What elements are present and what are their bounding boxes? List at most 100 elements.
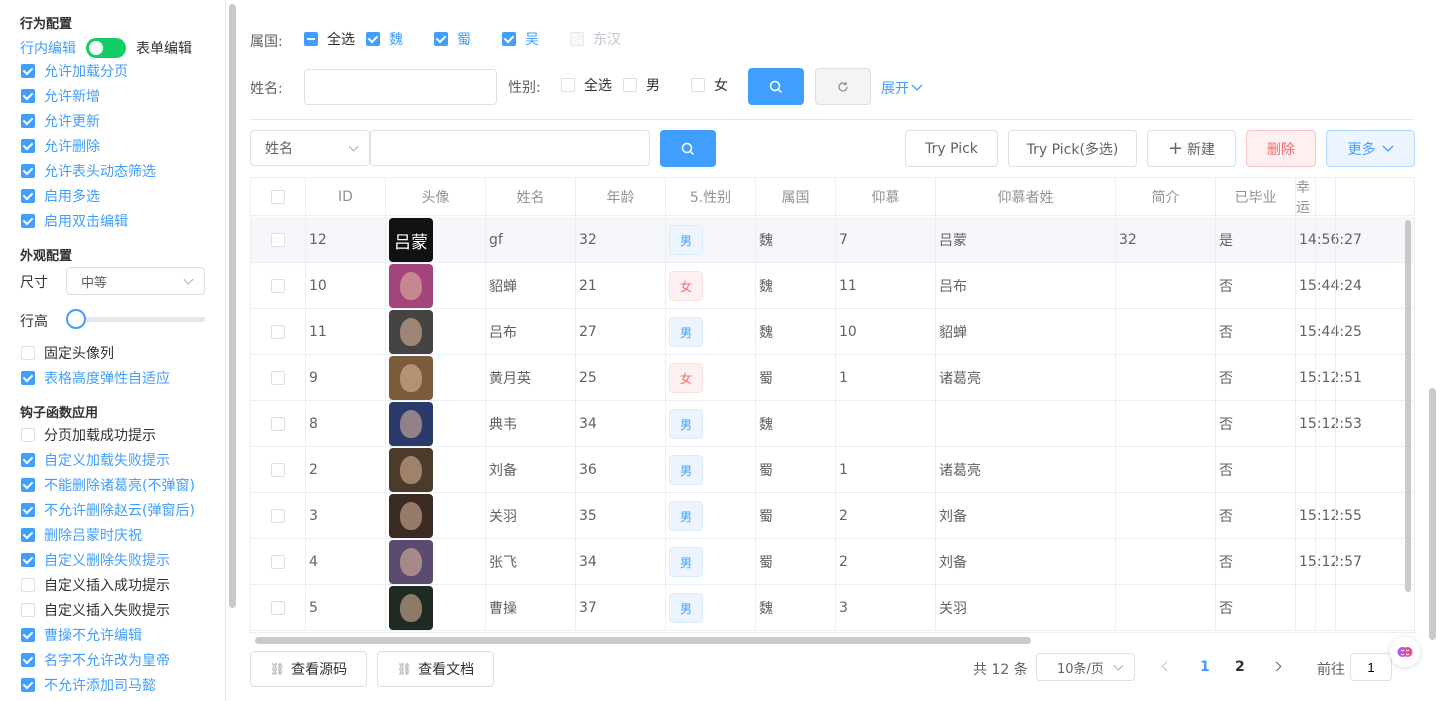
edit-mode-switch[interactable]	[86, 38, 126, 58]
column-header[interactable]: 属国	[756, 178, 836, 216]
behavior-option-checkbox[interactable]: 允许更新	[21, 112, 100, 130]
table-cell: 男	[666, 447, 756, 493]
hook-option-checkbox[interactable]: 自定义加载失败提示	[21, 451, 170, 469]
table-horizontal-scrollbar[interactable]	[255, 637, 1031, 644]
more-dropdown-button[interactable]: 更多	[1326, 130, 1415, 167]
page-scrollbar[interactable]	[1429, 388, 1436, 640]
try-pick-button[interactable]: Try Pick	[905, 130, 998, 167]
appearance-option-checkbox[interactable]: 表格高度弹性自适应	[21, 369, 170, 387]
behavior-option-checkbox[interactable]: 启用多选	[21, 187, 100, 205]
gender-option[interactable]: 男	[623, 76, 660, 94]
kingdom-option[interactable]: 全选	[304, 30, 355, 48]
kingdom-option[interactable]: 吴	[502, 30, 539, 48]
sidebar-scrollbar[interactable]	[229, 4, 236, 608]
row-select-cell[interactable]	[251, 401, 306, 447]
gender-tag: 男	[669, 501, 703, 531]
row-select-cell[interactable]	[251, 585, 306, 631]
column-header[interactable]: 仰慕者姓	[936, 178, 1116, 216]
hook-option-checkbox[interactable]: 自定义插入成功提示	[21, 576, 170, 594]
behavior-option-checkbox[interactable]: 允许表头动态筛选	[21, 162, 156, 180]
row-height-slider-track[interactable]	[72, 317, 205, 322]
column-header[interactable]: 简介	[1116, 178, 1216, 216]
column-header[interactable]: 幸运	[1296, 178, 1316, 216]
column-header[interactable]: 5.性别	[666, 178, 756, 216]
behavior-option-checkbox[interactable]: 允许加载分页	[21, 62, 128, 80]
cell-kingdom: 魏	[756, 217, 836, 263]
table-row[interactable]: 2 刘备 36 男 蜀 1 诸葛亮 否	[251, 447, 1414, 493]
cell-id: 11	[306, 309, 386, 355]
gender-option[interactable]: 女	[691, 76, 728, 94]
filter-reset-button[interactable]	[815, 68, 871, 105]
prev-page-button[interactable]	[1161, 661, 1172, 672]
column-header[interactable]: 姓名	[486, 178, 576, 216]
search-field-value: 姓名	[265, 141, 293, 157]
assistant-float-button[interactable]	[1390, 637, 1420, 667]
row-select-cell[interactable]	[251, 355, 306, 401]
next-page-button[interactable]	[1271, 661, 1282, 672]
row-select-cell[interactable]	[251, 539, 306, 585]
page-2-button[interactable]: 2	[1235, 659, 1245, 675]
hook-option-checkbox[interactable]: 不允许删除赵云(弹窗后)	[21, 501, 195, 519]
table-row[interactable]: 11 吕布 27 男 魏 10 貂蝉 否 15:44:25	[251, 309, 1414, 355]
delete-button[interactable]: 删除	[1246, 130, 1316, 167]
column-header[interactable]: ID	[306, 178, 386, 216]
gender-option[interactable]: 全选	[561, 76, 612, 94]
view-docs-button[interactable]: ⛓ 查看文档	[377, 651, 494, 687]
column-header[interactable]: 仰慕	[836, 178, 936, 216]
size-select[interactable]: 中等	[66, 267, 205, 295]
hook-option-checkbox[interactable]: 不能删除诸葛亮(不弹窗)	[21, 476, 195, 494]
behavior-option-checkbox[interactable]: 允许新增	[21, 87, 100, 105]
select-all-header[interactable]	[251, 178, 306, 216]
filter-search-button[interactable]	[748, 68, 804, 105]
behavior-option-checkbox[interactable]: 允许删除	[21, 137, 100, 155]
cell-kingdom: 魏	[756, 263, 836, 309]
hook-option-checkbox[interactable]: 不允许添加司马懿	[21, 676, 156, 694]
hook-option-checkbox[interactable]: 曹操不允许编辑	[21, 626, 142, 644]
row-select-cell[interactable]	[251, 217, 306, 263]
cell-admirer: 诸葛亮	[936, 447, 1116, 493]
hook-option-checkbox[interactable]: 自定义插入失败提示	[21, 601, 170, 619]
table-row[interactable]: 10 貂蝉 21 女 魏 11 吕布 否 15:44:24	[251, 263, 1414, 309]
cell-graduated: 否	[1216, 493, 1296, 539]
row-select-cell[interactable]	[251, 493, 306, 539]
row-select-cell[interactable]	[251, 447, 306, 493]
appearance-option-checkbox[interactable]: 固定头像列	[21, 344, 114, 362]
hook-option-checkbox[interactable]: 自定义删除失败提示	[21, 551, 170, 569]
cell-intro	[1116, 585, 1216, 631]
table-vertical-scrollbar[interactable]	[1405, 220, 1411, 592]
row-height-slider-handle[interactable]	[66, 309, 86, 329]
toolbar-search-button[interactable]	[660, 130, 716, 167]
name-filter-input[interactable]	[304, 69, 497, 105]
table-row[interactable]: 8 典韦 34 男 魏 否 15:12:53	[251, 401, 1414, 447]
page-size-select[interactable]: 10条/页	[1036, 653, 1135, 681]
column-header[interactable]: 已毕业	[1216, 178, 1296, 216]
column-header[interactable]: 年龄	[576, 178, 666, 216]
new-button[interactable]: + 新建	[1147, 130, 1236, 167]
row-select-cell[interactable]	[251, 263, 306, 309]
table-row[interactable]: 12 吕蒙 gf 32 男魏 7 吕蒙 32 是 14:56:27	[251, 217, 1414, 263]
try-pick-multi-button[interactable]: Try Pick(多选)	[1008, 130, 1137, 167]
table-cell: 男	[666, 401, 756, 447]
behavior-option-checkbox[interactable]: 启用双击编辑	[21, 212, 128, 230]
row-select-cell[interactable]	[251, 309, 306, 355]
hook-option-checkbox[interactable]: 分页加载成功提示	[21, 426, 156, 444]
column-header[interactable]: 头像	[386, 178, 486, 216]
page-1-button[interactable]: 1	[1200, 659, 1210, 675]
hook-option-checkbox[interactable]: 删除吕蒙时庆祝	[21, 526, 142, 544]
view-source-button[interactable]: ⛓ 查看源码	[250, 651, 367, 687]
hooks-section-title: 钩子函数应用	[20, 406, 99, 421]
table-row[interactable]: 9 黄月英 25 女 蜀 1 诸葛亮 否 15:12:51	[251, 355, 1414, 401]
cell-kingdom: 魏	[756, 401, 836, 447]
search-field-select[interactable]: 姓名	[250, 130, 370, 166]
expand-filters-link[interactable]: 展开	[881, 78, 923, 98]
table-row[interactable]: 4 张飞 34 男 蜀 2 刘备 否 15:12:57	[251, 539, 1414, 585]
form-edit-label: 表单编辑	[136, 41, 192, 57]
kingdom-option[interactable]: 魏	[366, 30, 403, 48]
kingdom-option[interactable]: 蜀	[434, 30, 471, 48]
table-row[interactable]: 3 关羽 35 男 蜀 2 刘备 否 15:12:55	[251, 493, 1414, 539]
table-row[interactable]: 5 曹操 37 男 魏 3 关羽 否	[251, 585, 1414, 631]
toolbar-search-input[interactable]	[370, 130, 650, 166]
checkbox-icon	[271, 417, 285, 431]
goto-page-input[interactable]	[1350, 653, 1392, 681]
hook-option-checkbox[interactable]: 名字不允许改为皇帝	[21, 651, 170, 669]
